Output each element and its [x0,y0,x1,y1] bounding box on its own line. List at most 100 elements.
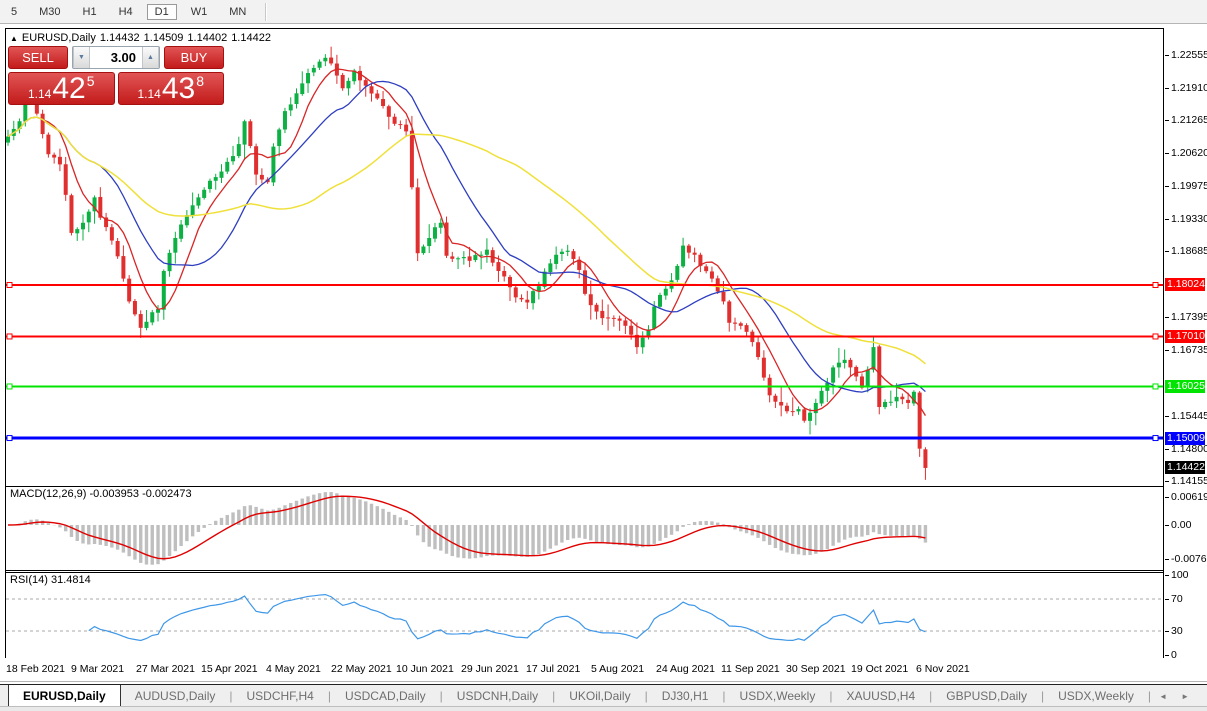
ohlc-header: ▲ EURUSD,Daily 1.14432 1.145091.14402 1.1442… [10,32,275,44]
one-click-trade-panel: SELL ▼ ▲ BUY 1.14 42 5 1.14 43 8 [8,46,224,105]
price-axis[interactable]: 1.22555 1.21910 1.21265 1.20620 1.19975 1.193… [1164,28,1207,682]
rsi-tick: 30 [1171,625,1183,637]
tab-UKOil-Daily[interactable]: UKOil,Daily [555,685,644,707]
tab-separator: | [1148,685,1151,707]
tab-DJ30-H1[interactable]: DJ30,H1 [648,685,723,707]
macd-label: MACD(12,26,9) -0.003953 -0.002473 [10,488,192,500]
date-label: 17 Jul 2021 [526,663,580,675]
volume-increase-icon[interactable]: ▲ [142,47,159,68]
close-value: 1.14422 [231,32,271,44]
macd-tick: -0.007621 [1171,553,1207,565]
hline-handle[interactable] [7,384,12,389]
rsi-tick: 0 [1171,649,1177,661]
volume-spinner: ▼ ▲ [72,46,160,69]
high-value: 1.14509 [144,32,184,44]
tab-USDCHF-H4[interactable]: USDCHF,H4 [233,685,328,707]
date-label: 6 Nov 2021 [916,663,970,675]
timeframe-button-H1[interactable]: H1 [75,4,105,20]
price-tick: 1.19330 [1171,213,1207,225]
date-label: 4 May 2021 [266,663,321,675]
low-value: 1.14402 [187,32,227,44]
chart-canvas[interactable] [5,28,1164,662]
timeframe-button-M30[interactable]: M30 [31,4,68,20]
date-label: 19 Oct 2021 [851,663,908,675]
price-tick: 1.20620 [1171,147,1207,159]
chart-frame [6,29,1164,659]
price-tick: 1.15445 [1171,410,1207,422]
ma-7-line [8,69,925,416]
price-tick: 1.14155 [1171,475,1207,487]
buy-price-sup: 8 [196,74,204,88]
date-label: 11 Sep 2021 [721,663,780,675]
toolbar-separator [265,3,267,21]
timeframe-button-D1[interactable]: D1 [147,4,177,20]
date-label: 30 Sep 2021 [786,663,846,675]
sell-price-display[interactable]: 1.14 42 5 [8,72,115,105]
volume-input[interactable] [90,47,142,68]
sell-button[interactable]: SELL [8,46,68,69]
timeframe-button-5[interactable]: 5 [3,4,25,20]
tab-XAUUSD-H4[interactable]: XAUUSD,H4 [832,685,929,707]
hline-handle[interactable] [7,436,12,441]
macd-tick: 0.00 [1171,519,1191,531]
sell-price-sup: 5 [87,74,95,88]
date-label: 10 Jun 2021 [396,663,454,675]
timeframe-button-W1[interactable]: W1 [183,4,216,20]
timeframe-button-H4[interactable]: H4 [111,4,141,20]
tab-GBPUSD-Daily[interactable]: GBPUSD,Daily [932,685,1041,707]
macd-tick: 0.006193 [1171,491,1207,503]
date-axis[interactable]: 18 Feb 20219 Mar 202127 Mar 202115 Apr 2… [5,658,1164,682]
status-bar [0,706,1207,711]
timeframe-toolbar: 5 M30 H1 H4 D1 W1 MN [0,0,1207,24]
price-tick: 1.18685 [1171,245,1207,257]
buy-price-prefix: 1.14 [137,87,160,102]
price-tick: 1.19975 [1171,180,1207,192]
price-badge-1.15009: 1.15009 [1165,432,1205,445]
symbol-period-label: EURUSD,Daily [22,32,96,44]
divider [0,681,1207,682]
buy-price-big: 43 [162,75,195,102]
ma-17-line [8,81,925,392]
tab-scroll-left-icon[interactable]: ◄ [1159,692,1167,701]
rsi-tick: 100 [1171,569,1189,581]
buy-button[interactable]: BUY [164,46,224,69]
price-badge-1.18024: 1.18024 [1165,278,1205,291]
price-tick: 1.21910 [1171,82,1207,94]
price-tick: 1.17395 [1171,311,1207,323]
buy-price-display[interactable]: 1.14 43 8 [118,72,225,105]
volume-decrease-icon[interactable]: ▼ [73,47,90,68]
timeframe-button-MN[interactable]: MN [221,4,254,20]
date-label: 22 May 2021 [331,663,392,675]
hline-handle[interactable] [7,334,12,339]
tab-USDX-Weekly[interactable]: USDX,Weekly [726,685,830,707]
hline-handle[interactable] [1153,282,1158,287]
date-label: 15 Apr 2021 [201,663,258,675]
tab-USDX-Weekly[interactable]: USDX,Weekly [1044,685,1148,707]
hline-handle[interactable] [1153,436,1158,441]
hline-handle[interactable] [1153,334,1158,339]
candles-layer [6,47,927,480]
price-badge-1.16025: 1.16025 [1165,380,1205,393]
tab-USDCNH-Daily[interactable]: USDCNH,Daily [443,685,552,707]
chart-tab-bar: EURUSD,DailyAUDUSD,Daily|USDCHF,H4|USDCA… [0,684,1207,707]
price-tick: 1.22555 [1171,49,1207,61]
date-label: 9 Mar 2021 [71,663,124,675]
collapse-panel-icon[interactable]: ▲ [10,34,18,43]
date-label: 18 Feb 2021 [6,663,65,675]
tab-scroll-right-icon[interactable]: ► [1181,692,1189,701]
date-label: 5 Aug 2021 [591,663,644,675]
date-label: 24 Aug 2021 [656,663,715,675]
open-value: 1.14432 [100,32,140,44]
sell-price-prefix: 1.14 [28,87,51,102]
price-tick: 1.21265 [1171,114,1207,126]
date-label: 29 Jun 2021 [461,663,519,675]
current-price-badge: 1.14422 [1165,461,1205,474]
rsi-line [89,595,926,641]
tab-EURUSD-Daily[interactable]: EURUSD,Daily [8,685,121,707]
tab-USDCAD-Daily[interactable]: USDCAD,Daily [331,685,440,707]
chart-area[interactable] [5,28,1164,662]
hline-handle[interactable] [7,282,12,287]
tab-AUDUSD-Daily[interactable]: AUDUSD,Daily [121,685,230,707]
sell-price-big: 42 [52,75,85,102]
hline-handle[interactable] [1153,384,1158,389]
